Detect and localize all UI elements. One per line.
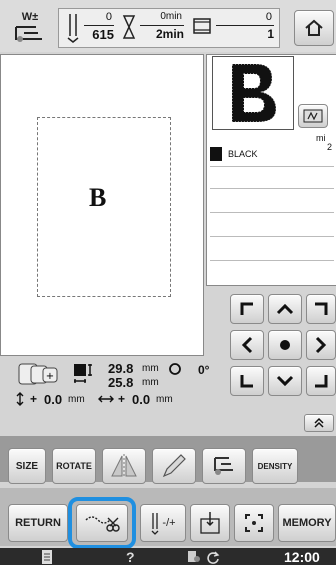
width-unit: mm bbox=[142, 363, 159, 374]
move-down-right-button[interactable] bbox=[306, 366, 336, 396]
needle-position-button[interactable]: -/+ bbox=[140, 504, 186, 542]
angle-value: 0° bbox=[198, 363, 210, 377]
thread-view-icon bbox=[303, 109, 323, 123]
design-thumbnail-letter bbox=[231, 63, 277, 123]
preview-letter: B bbox=[89, 183, 107, 212]
thread-color-name: BLACK bbox=[228, 149, 258, 159]
horizontal-offset-unit: mm bbox=[156, 394, 173, 405]
help-button[interactable]: ? bbox=[126, 549, 135, 565]
rotate-button-label: ROTATE bbox=[56, 461, 92, 471]
chevron-right-icon bbox=[315, 336, 327, 354]
time-divider bbox=[140, 25, 184, 26]
hoop-size-icon: + bbox=[18, 363, 58, 385]
refresh-icon[interactable] bbox=[206, 550, 220, 564]
needle-position-label: -/+ bbox=[162, 517, 176, 529]
double-chevron-up-icon bbox=[314, 417, 324, 428]
home-button[interactable] bbox=[294, 10, 334, 46]
mirror-icon bbox=[111, 454, 137, 478]
memory-button-label: MEMORY bbox=[282, 517, 332, 529]
time-elapsed: 0min bbox=[160, 11, 182, 22]
thread-list-divider bbox=[210, 166, 334, 167]
presser-foot-icon bbox=[15, 25, 42, 42]
thread-list-divider bbox=[210, 212, 334, 213]
move-up-right-button[interactable] bbox=[306, 294, 336, 324]
trial-button[interactable] bbox=[190, 504, 230, 542]
pencil-icon bbox=[162, 454, 186, 478]
density-button[interactable]: DENSITY bbox=[252, 448, 298, 484]
presser-foot-label: W± bbox=[21, 10, 39, 23]
chevron-up-icon bbox=[276, 303, 294, 315]
needle-up-down-icon bbox=[151, 513, 159, 535]
thread-list-divider bbox=[210, 236, 334, 237]
design-size-icon bbox=[74, 364, 92, 383]
vertical-offset-unit: mm bbox=[68, 394, 85, 405]
height-unit: mm bbox=[142, 377, 159, 388]
corner-up-right-icon bbox=[315, 302, 328, 315]
thread-spool-icon bbox=[193, 18, 211, 34]
vertical-offset-prefix: + bbox=[30, 392, 38, 406]
thread-color-swatch bbox=[210, 147, 222, 161]
thread-list-divider bbox=[210, 260, 334, 261]
chevron-down-icon bbox=[276, 375, 294, 387]
mirror-button[interactable] bbox=[102, 448, 146, 484]
thread-trim-button[interactable] bbox=[76, 504, 128, 542]
embroidery-frame-button[interactable] bbox=[202, 448, 246, 484]
corner-down-left-icon bbox=[240, 375, 253, 388]
vertical-offset-icon bbox=[16, 392, 24, 406]
horizontal-offset-prefix: + bbox=[118, 392, 126, 406]
move-left-button[interactable] bbox=[230, 330, 264, 360]
stitch-total: 615 bbox=[92, 27, 114, 42]
corner-up-left-icon bbox=[240, 302, 253, 315]
rotate-button[interactable]: ROTATE bbox=[52, 448, 96, 484]
needle-icon bbox=[67, 14, 79, 43]
settings-icon[interactable] bbox=[186, 549, 202, 565]
color-divider bbox=[216, 25, 274, 26]
stitch-divider bbox=[84, 25, 114, 26]
vertical-offset-value: 0.0 bbox=[44, 392, 63, 407]
return-button-label: RETURN bbox=[15, 517, 61, 529]
center-button[interactable] bbox=[268, 330, 302, 360]
frame-corners-icon bbox=[245, 514, 263, 532]
document-icon bbox=[42, 550, 52, 564]
rotate-angle-icon bbox=[169, 363, 181, 375]
edit-pencil-button[interactable] bbox=[152, 448, 196, 484]
density-button-label: DENSITY bbox=[257, 461, 293, 471]
move-up-left-button[interactable] bbox=[230, 294, 264, 324]
expand-panel-button[interactable] bbox=[304, 414, 334, 432]
return-button[interactable]: RETURN bbox=[8, 504, 68, 542]
horizontal-offset-value: 0.0 bbox=[132, 392, 151, 407]
size-button-label: SIZE bbox=[15, 460, 39, 472]
hourglass-icon bbox=[122, 15, 136, 39]
height-value: 25.8 bbox=[108, 375, 134, 390]
needle-down-frame-icon bbox=[200, 512, 220, 534]
width-value: 29.8 bbox=[108, 361, 134, 376]
move-down-left-button[interactable] bbox=[230, 366, 264, 396]
chevron-left-icon bbox=[241, 336, 253, 354]
thread-view-button[interactable] bbox=[298, 104, 328, 128]
clock: 12:00 bbox=[284, 549, 320, 565]
thread-list-divider bbox=[210, 188, 334, 189]
time-total: 2min bbox=[155, 27, 184, 41]
memory-button[interactable]: MEMORY bbox=[278, 504, 336, 542]
move-up-button[interactable] bbox=[268, 294, 302, 324]
thread-list-item[interactable]: BLACK bbox=[208, 146, 332, 164]
svg-text:+: + bbox=[46, 371, 54, 382]
manual-button[interactable] bbox=[32, 549, 62, 565]
embroidery-preview-area[interactable]: B bbox=[0, 54, 204, 356]
home-icon bbox=[305, 19, 323, 36]
horizontal-offset-icon bbox=[98, 395, 114, 403]
color-current: 0 bbox=[265, 11, 272, 23]
center-dot-icon bbox=[280, 340, 290, 350]
starting-point-button[interactable] bbox=[234, 504, 274, 542]
stitch-current: 0 bbox=[105, 11, 112, 23]
corner-down-right-icon bbox=[315, 375, 328, 388]
scissors-icon bbox=[85, 516, 120, 532]
embroidery-foot-icon bbox=[214, 457, 233, 475]
min-label: mi bbox=[316, 133, 326, 143]
presser-foot-button[interactable]: W± bbox=[8, 8, 52, 48]
move-down-button[interactable] bbox=[268, 366, 302, 396]
color-total: 1 bbox=[267, 27, 274, 41]
size-button[interactable]: SIZE bbox=[8, 448, 46, 484]
move-right-button[interactable] bbox=[306, 330, 336, 360]
